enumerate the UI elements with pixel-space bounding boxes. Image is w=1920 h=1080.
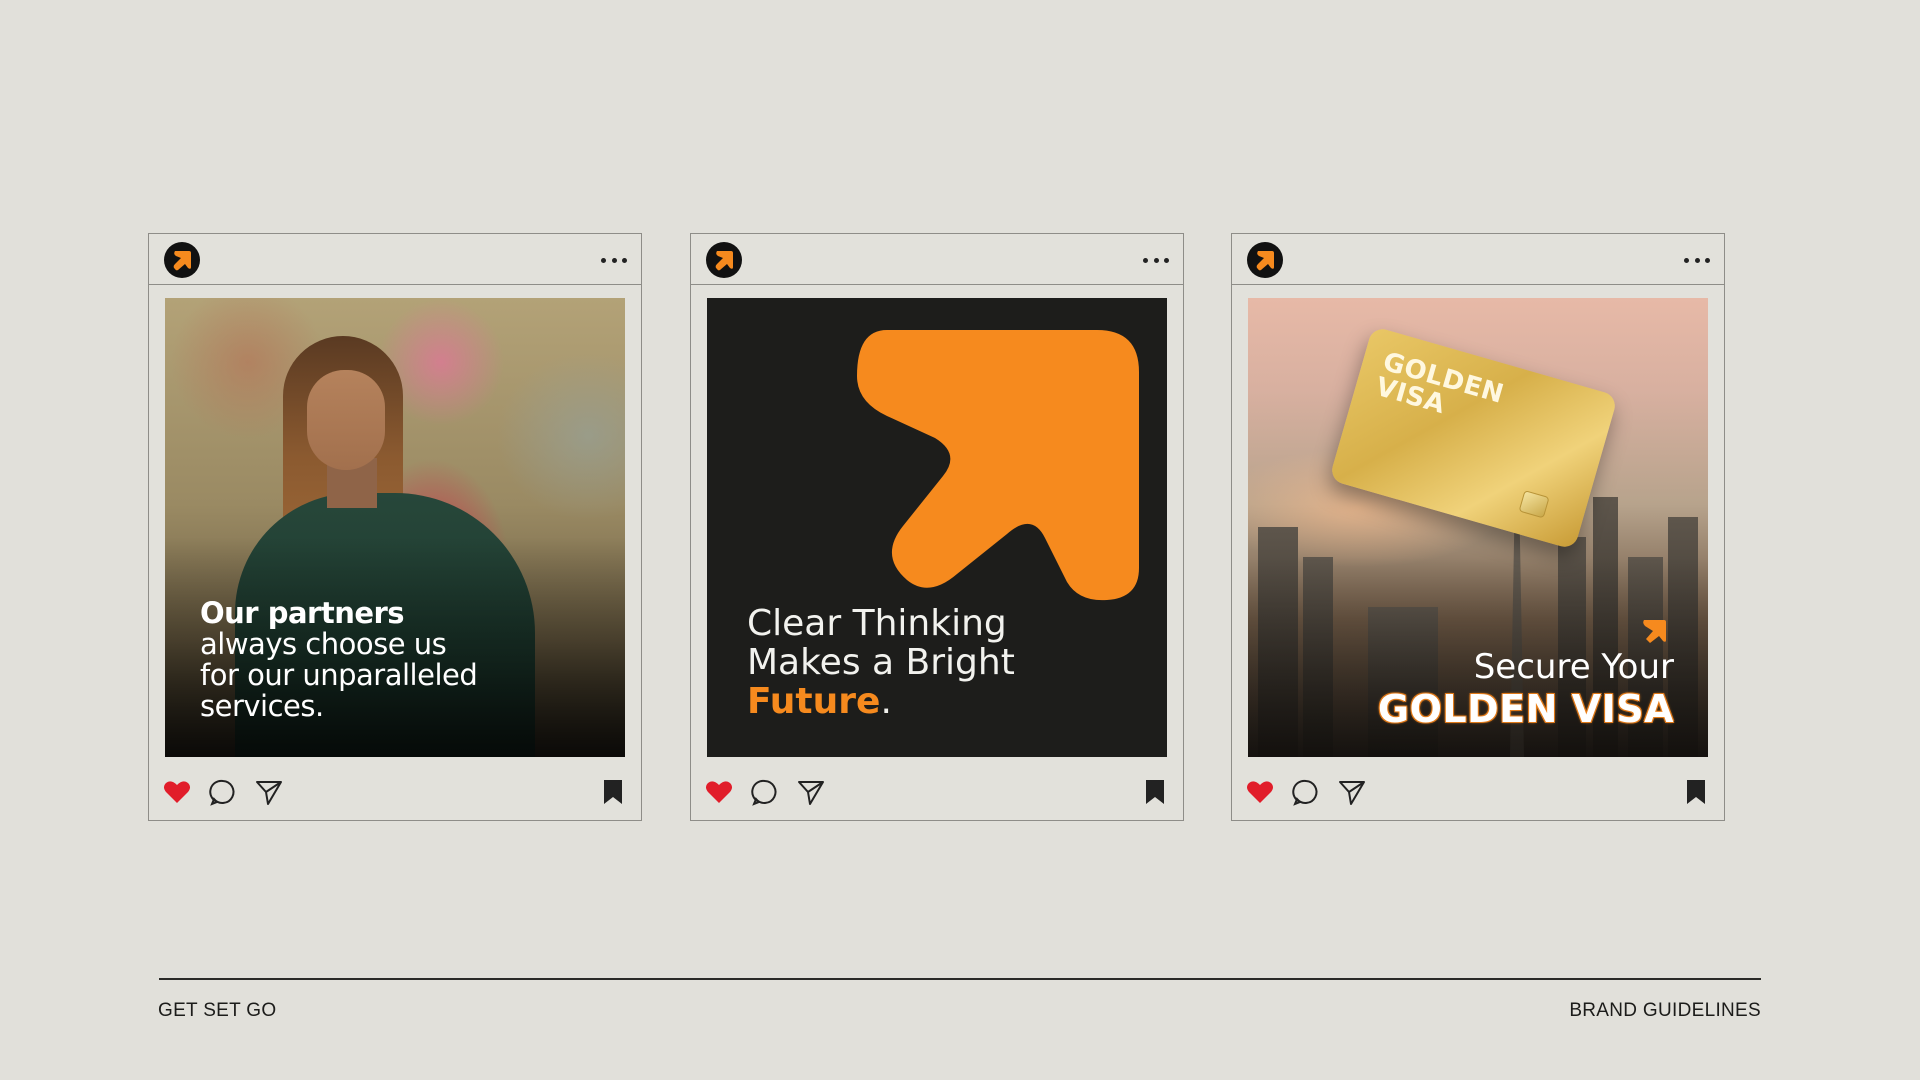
social-post-clear-thinking: Clear Thinking Makes a Bright Future. bbox=[690, 233, 1184, 821]
brand-arrow-logo bbox=[715, 251, 733, 271]
more-dots-icon[interactable] bbox=[1684, 258, 1710, 264]
headline-line: Makes a Bright bbox=[747, 642, 1015, 683]
share-icon[interactable] bbox=[795, 776, 827, 808]
bookmark-icon[interactable] bbox=[597, 776, 629, 808]
share-icon[interactable] bbox=[1336, 776, 1368, 808]
caption-line: services. bbox=[200, 689, 324, 723]
heart-icon[interactable] bbox=[161, 776, 193, 808]
secure-your-text: Secure Your bbox=[1473, 647, 1674, 687]
post-actions bbox=[691, 770, 1183, 818]
more-dots-icon[interactable] bbox=[1143, 258, 1169, 264]
heart-icon[interactable] bbox=[1244, 776, 1276, 808]
comment-icon[interactable] bbox=[749, 776, 781, 808]
footer-brand-name: GET SET GO bbox=[158, 1000, 277, 1021]
brand-arrow-logo bbox=[1256, 251, 1274, 271]
card-chip bbox=[1518, 490, 1550, 519]
caption-line: for our unparalleled bbox=[200, 658, 478, 692]
heart-icon[interactable] bbox=[703, 776, 735, 808]
post-caption: Our partners always choose us for our un… bbox=[200, 596, 478, 723]
card-text: GOLDEN VISA bbox=[1372, 347, 1507, 433]
post-header bbox=[691, 234, 1183, 285]
post-image-clear-thinking[interactable]: Clear Thinking Makes a Bright Future. bbox=[707, 298, 1167, 757]
more-dots-icon[interactable] bbox=[601, 258, 627, 264]
bookmark-icon[interactable] bbox=[1139, 776, 1171, 808]
brand-arrow-icon bbox=[1643, 620, 1666, 643]
brand-avatar-icon[interactable] bbox=[706, 242, 742, 278]
brand-arrow-logo bbox=[173, 251, 191, 271]
social-post-partners: Our partners always choose us for our un… bbox=[148, 233, 642, 821]
post-image-partners[interactable]: Our partners always choose us for our un… bbox=[165, 298, 625, 757]
comment-icon[interactable] bbox=[1290, 776, 1322, 808]
comment-icon[interactable] bbox=[207, 776, 239, 808]
share-icon[interactable] bbox=[253, 776, 285, 808]
photo-face bbox=[307, 370, 385, 470]
brand-avatar-icon[interactable] bbox=[1247, 242, 1283, 278]
brand-avatar-icon[interactable] bbox=[164, 242, 200, 278]
golden-visa-text: GOLDEN VISA bbox=[1377, 687, 1674, 731]
footer-doc-title: BRAND GUIDELINES bbox=[1569, 1000, 1761, 1021]
post-actions bbox=[149, 770, 641, 818]
footer-divider bbox=[159, 978, 1761, 980]
post-actions bbox=[1232, 770, 1724, 818]
bookmark-icon[interactable] bbox=[1680, 776, 1712, 808]
headline: Clear Thinking Makes a Bright Future. bbox=[747, 604, 1015, 721]
post-image-golden-visa[interactable]: GOLDEN VISA Secure Your GOLDEN VISA bbox=[1248, 298, 1708, 757]
social-post-golden-visa: GOLDEN VISA Secure Your GOLDEN VISA bbox=[1231, 233, 1725, 821]
caption-line: always choose us bbox=[200, 627, 447, 661]
brand-guidelines-slide: Our partners always choose us for our un… bbox=[0, 0, 1920, 1080]
headline-line: Clear Thinking bbox=[747, 603, 1007, 644]
headline-accent: Future bbox=[747, 681, 881, 722]
headline-punct: . bbox=[880, 681, 892, 722]
caption-bold: Our partners bbox=[200, 596, 405, 630]
post-header bbox=[1232, 234, 1724, 285]
post-header bbox=[149, 234, 641, 285]
